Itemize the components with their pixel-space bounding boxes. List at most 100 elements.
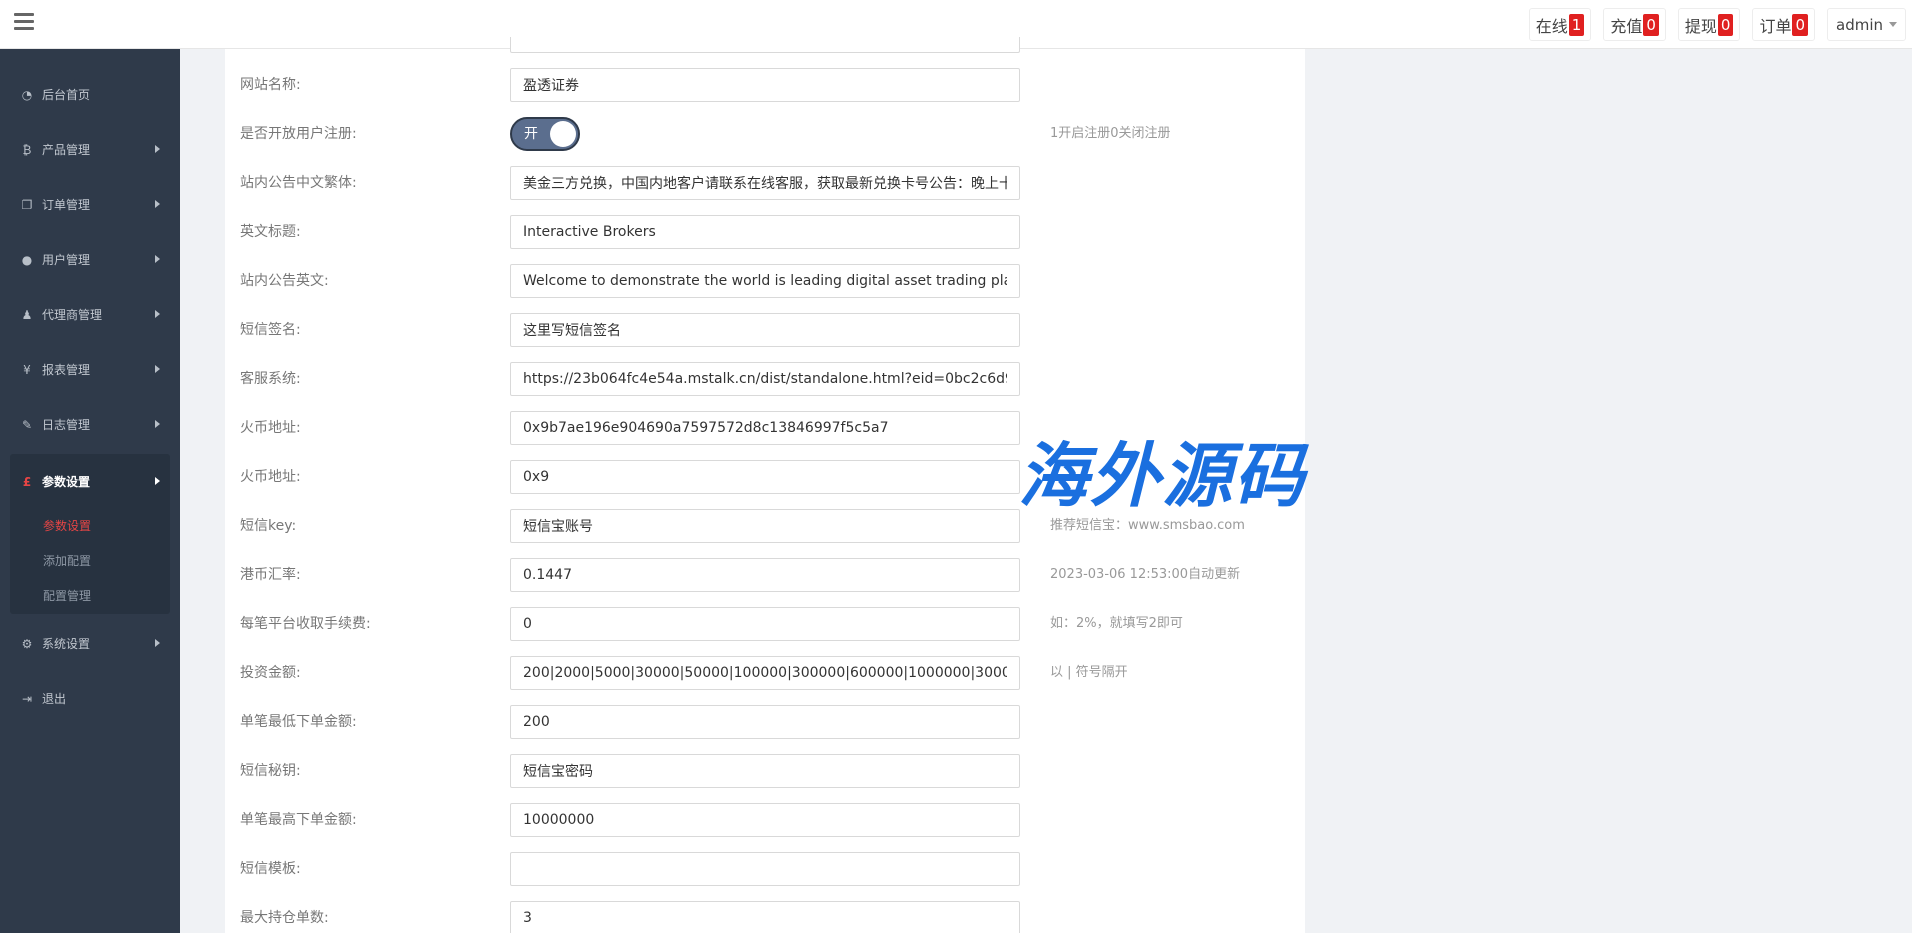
form-row-site-name: 网站名称: <box>225 68 1305 102</box>
form-row-open-register: 是否开放用户注册: 开 1开启注册0关闭注册 <box>225 117 1305 151</box>
cut-off-input[interactable] <box>510 37 1020 53</box>
sms-template-label: 短信模板: <box>240 861 301 877</box>
recharge-button[interactable]: 充值 0 <box>1603 8 1666 41</box>
max-order-input[interactable] <box>510 803 1020 837</box>
form-row-notice-tw: 站内公告中文繁体: <box>225 166 1305 200</box>
sidebar-group-params: £ 参数设置 参数设置 添加配置 配置管理 <box>10 454 170 614</box>
form-row-max-hold: 最大持仓单数: <box>225 901 1305 933</box>
sidebar-item-logs[interactable]: ✎ 日志管理 <box>0 397 180 452</box>
invest-amounts-input[interactable] <box>510 656 1020 690</box>
sidebar-item-label: 产品管理 <box>42 143 91 157</box>
notice-tw-label: 站内公告中文繁体: <box>240 175 357 191</box>
chevron-right-icon <box>155 310 160 318</box>
sms-key-input[interactable] <box>510 509 1020 543</box>
notice-en-label: 站内公告英文: <box>240 273 329 289</box>
users-icon: ♟ <box>21 307 33 322</box>
open-register-toggle[interactable]: 开 <box>510 117 580 151</box>
sms-template-input[interactable] <box>510 852 1020 886</box>
site-name-input[interactable] <box>510 68 1020 102</box>
min-order-label: 单笔最低下单金额: <box>240 714 357 730</box>
huobi-address-label: 火币地址: <box>240 469 301 485</box>
bitcoin-icon: ₿ <box>22 142 32 157</box>
orders-count-badge: 0 <box>1792 13 1808 36</box>
form-row-invest: 投资金额: 以 | 符号隔开 <box>225 656 1305 690</box>
sidebar-subitem-add-config[interactable]: 添加配置 <box>10 544 170 579</box>
fee-hint: 如：2%，就填写2即可 <box>1050 616 1183 631</box>
orders-button[interactable]: 订单 0 <box>1752 8 1815 41</box>
admin-label: admin <box>1836 15 1883 34</box>
sidebar-item-label: 代理商管理 <box>42 308 103 322</box>
sidebar-item-reports[interactable]: ¥ 报表管理 <box>0 342 180 397</box>
sidebar-item-users[interactable]: ● 用户管理 <box>0 232 180 287</box>
gbp-icon: £ <box>22 474 32 489</box>
huobi-address-input[interactable] <box>510 411 1020 445</box>
sidebar-item-label: 订单管理 <box>42 198 91 212</box>
chevron-right-icon <box>155 145 160 153</box>
sidebar-item-label: 后台首页 <box>42 88 91 102</box>
toggle-text: 开 <box>524 126 538 142</box>
sidebar-item-agents[interactable]: ♟ 代理商管理 <box>0 287 180 342</box>
form-row-en-title: 英文标题: <box>225 215 1305 249</box>
sidebar-item-label: 用户管理 <box>42 253 91 267</box>
service-label: 客服系统: <box>240 371 301 387</box>
chevron-right-icon <box>155 639 160 647</box>
top-right-menu: 在线 1 充值 0 提现 0 订单 0 admin <box>1528 8 1906 41</box>
notice-tw-input[interactable] <box>510 166 1020 200</box>
hamburger-menu-icon[interactable] <box>14 13 34 33</box>
sidebar-subitem-config-manage[interactable]: 配置管理 <box>10 579 170 614</box>
min-order-input[interactable] <box>510 705 1020 739</box>
hkd-rate-input[interactable] <box>510 558 1020 592</box>
sidebar-item-params[interactable]: £ 参数设置 <box>10 454 170 509</box>
withdraw-button[interactable]: 提现 0 <box>1677 8 1741 41</box>
orders-label: 订单 <box>1759 16 1792 36</box>
form-row-sms-secret: 短信秘钥: <box>225 754 1305 788</box>
en-title-input[interactable] <box>510 215 1020 249</box>
watermark-text: 海外源码 <box>1018 434 1306 517</box>
sidebar-item-logout[interactable]: ⇥ 退出 <box>0 671 180 726</box>
sidebar-item-label: 报表管理 <box>42 363 91 377</box>
sidebar-item-label: 系统设置 <box>42 637 91 651</box>
sidebar-item-dashboard[interactable]: ◔ 后台首页 <box>0 67 180 122</box>
withdraw-label: 提现 <box>1684 16 1717 36</box>
sign-out-icon: ⇥ <box>21 691 33 706</box>
sidebar-item-products[interactable]: ₿ 产品管理 <box>0 122 180 177</box>
notice-en-input[interactable] <box>510 264 1020 298</box>
sidebar-subitem-param-settings[interactable]: 参数设置 <box>10 509 170 544</box>
form-row-fee: 每笔平台收取手续费: 如：2%，就填写2即可 <box>225 607 1305 641</box>
sms-secret-label: 短信秘钥: <box>240 763 301 779</box>
huobi-address-input-2[interactable] <box>510 460 1020 494</box>
toggle-knob <box>550 121 576 147</box>
sidebar-item-system[interactable]: ⚙ 系统设置 <box>0 616 180 671</box>
sms-secret-input[interactable] <box>510 754 1020 788</box>
dashboard-icon: ◔ <box>21 87 33 102</box>
service-url-input[interactable] <box>510 362 1020 396</box>
recharge-label: 充值 <box>1610 16 1643 36</box>
withdraw-count-badge: 0 <box>1717 13 1734 36</box>
form-row-sms-template: 短信模板: <box>225 852 1305 886</box>
fee-input[interactable] <box>510 607 1020 641</box>
hkd-rate-hint: 2023-03-06 12:53:00自动更新 <box>1050 567 1241 582</box>
form-row-notice-en: 站内公告英文: <box>225 264 1305 298</box>
max-order-label: 单笔最高下单金额: <box>240 812 357 828</box>
admin-dropdown[interactable]: admin <box>1827 8 1906 41</box>
chevron-right-icon <box>155 420 160 428</box>
online-button[interactable]: 在线 1 <box>1528 8 1592 41</box>
sidebar-item-label: 日志管理 <box>42 418 91 432</box>
huobi-address-label: 火币地址: <box>240 420 301 436</box>
max-hold-label: 最大持仓单数: <box>240 910 329 926</box>
ticket-icon: ✎ <box>21 417 33 432</box>
caret-down-icon <box>1889 22 1897 27</box>
max-hold-input[interactable] <box>510 901 1020 933</box>
chevron-right-icon <box>155 200 160 208</box>
sidebar-item-orders[interactable]: ❐ 订单管理 <box>0 177 180 232</box>
sms-sign-input[interactable] <box>510 313 1020 347</box>
form-row-hkd-rate: 港币汇率: 2023-03-06 12:53:00自动更新 <box>225 558 1305 592</box>
user-icon: ● <box>21 252 33 267</box>
sms-key-label: 短信key: <box>240 518 297 534</box>
chevron-right-icon <box>155 477 160 485</box>
online-label: 在线 <box>1535 16 1568 36</box>
form-row-min-order: 单笔最低下单金额: <box>225 705 1305 739</box>
recharge-count-badge: 0 <box>1643 13 1659 36</box>
invest-hint: 以 | 符号隔开 <box>1050 665 1128 680</box>
chevron-right-icon <box>155 365 160 373</box>
